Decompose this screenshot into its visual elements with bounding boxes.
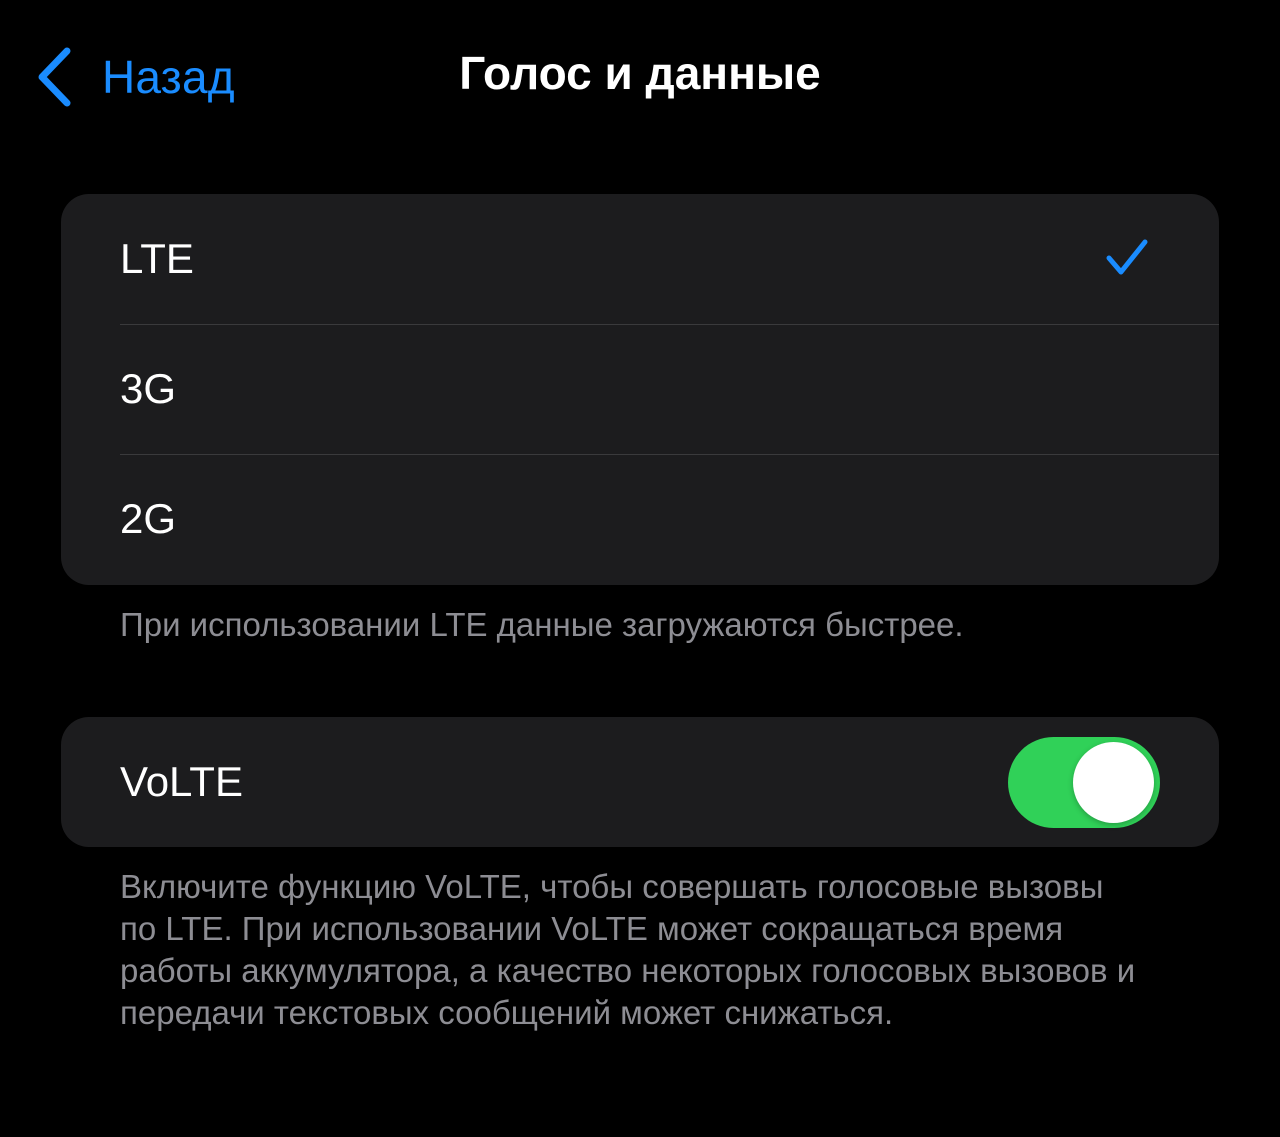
toggle-knob (1073, 742, 1154, 823)
option-label: 3G (120, 365, 177, 412)
option-lte[interactable]: LTE (61, 194, 1219, 324)
volte-toggle[interactable] (1008, 737, 1160, 828)
network-footer-text: При использовании LTE данные загружаются… (120, 606, 964, 643)
checkmark-icon (1105, 238, 1149, 283)
volte-group: VoLTE (61, 717, 1219, 847)
option-label: LTE (120, 235, 194, 282)
network-options-group: LTE 3G 2G (61, 194, 1219, 585)
option-2g[interactable]: 2G (61, 454, 1219, 584)
option-3g[interactable]: 3G (61, 324, 1219, 454)
option-label: 2G (120, 495, 177, 542)
volte-row: VoLTE (61, 717, 1219, 847)
page-title: Голос и данные (459, 47, 821, 99)
navigation-bar: Назад Голос и данные (0, 0, 1280, 150)
volte-footer-text: Включите функцию VoLTE, чтобы совершать … (120, 868, 1136, 1031)
volte-label: VoLTE (120, 758, 243, 805)
